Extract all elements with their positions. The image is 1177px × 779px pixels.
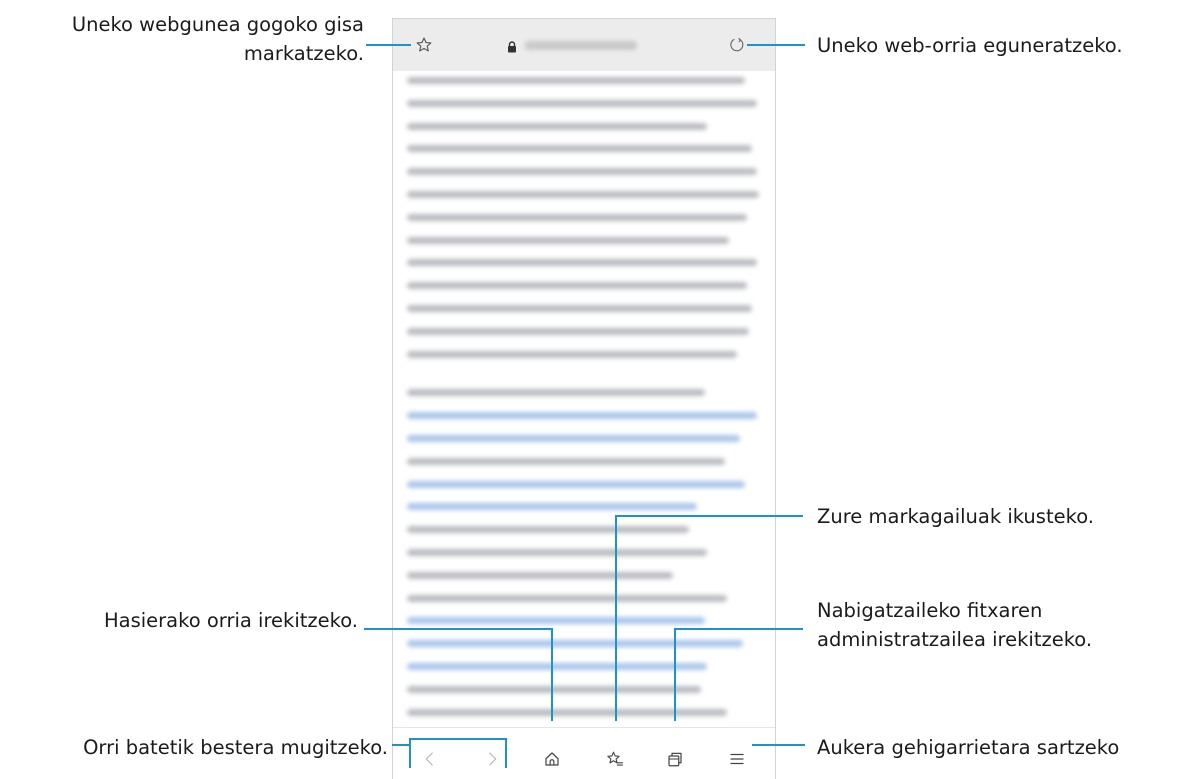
- refresh-icon[interactable]: [728, 36, 746, 54]
- callout-tabs-manager-line2: administratzailea irekitzeko.: [817, 628, 1093, 651]
- callout-bookmark-star: Uneko webgunea gogoko gisa markatzeko.: [4, 10, 364, 68]
- callout-line-navigation: [392, 744, 410, 746]
- callout-navigation: Orri batetik bestera mugitzeko.: [83, 736, 388, 759]
- callout-line-bookmarks-vertical: [615, 515, 617, 721]
- bookmarks-icon[interactable]: [606, 750, 624, 768]
- url-address-bar[interactable]: [525, 41, 637, 50]
- callout-line-bookmark-star: [366, 44, 411, 46]
- callout-line-home-vertical: [551, 628, 553, 721]
- lock-icon: [508, 41, 516, 53]
- browser-top-bar: [393, 19, 775, 71]
- callout-line-tabs-manager-vertical: [674, 628, 676, 721]
- chevron-right-icon[interactable]: [483, 750, 501, 768]
- page-content-blurred: [407, 77, 762, 731]
- callout-bookmark-star-line2: markatzeko.: [243, 42, 364, 65]
- browser-window: [392, 18, 776, 779]
- callout-line-navigation-right-bracket: [505, 738, 507, 768]
- callout-line-bookmarks: [615, 515, 803, 517]
- callout-tabs-manager: Nabigatzaileko fitxaren administratzaile…: [817, 596, 1092, 654]
- callout-line-refresh: [747, 44, 805, 46]
- callout-bookmark-star-line1: Uneko webgunea gogoko gisa: [71, 13, 364, 36]
- callout-tabs-manager-line1: Nabigatzaileko fitxaren: [817, 599, 1043, 622]
- callout-home: Hasierako orria irekitzeko.: [103, 609, 358, 632]
- callout-line-navigation-left-bracket: [409, 738, 411, 768]
- callout-line-tabs-manager: [674, 628, 803, 630]
- home-icon[interactable]: [543, 750, 561, 768]
- callout-menu: Aukera gehigarrietara sartzeko: [817, 736, 1120, 759]
- callout-line-navigation-bracket-top: [409, 738, 506, 740]
- browser-bottom-bar: [393, 727, 775, 779]
- chevron-left-icon[interactable]: [421, 750, 439, 768]
- star-outline-icon[interactable]: [415, 36, 433, 54]
- menu-icon[interactable]: [728, 750, 746, 768]
- tabs-icon[interactable]: [666, 750, 684, 768]
- callout-refresh: Uneko web-orria eguneratzeko.: [817, 34, 1123, 57]
- callout-bookmarks: Zure markagailuak ikusteko.: [817, 505, 1094, 528]
- callout-line-home: [364, 628, 552, 630]
- callout-line-menu: [752, 744, 805, 746]
